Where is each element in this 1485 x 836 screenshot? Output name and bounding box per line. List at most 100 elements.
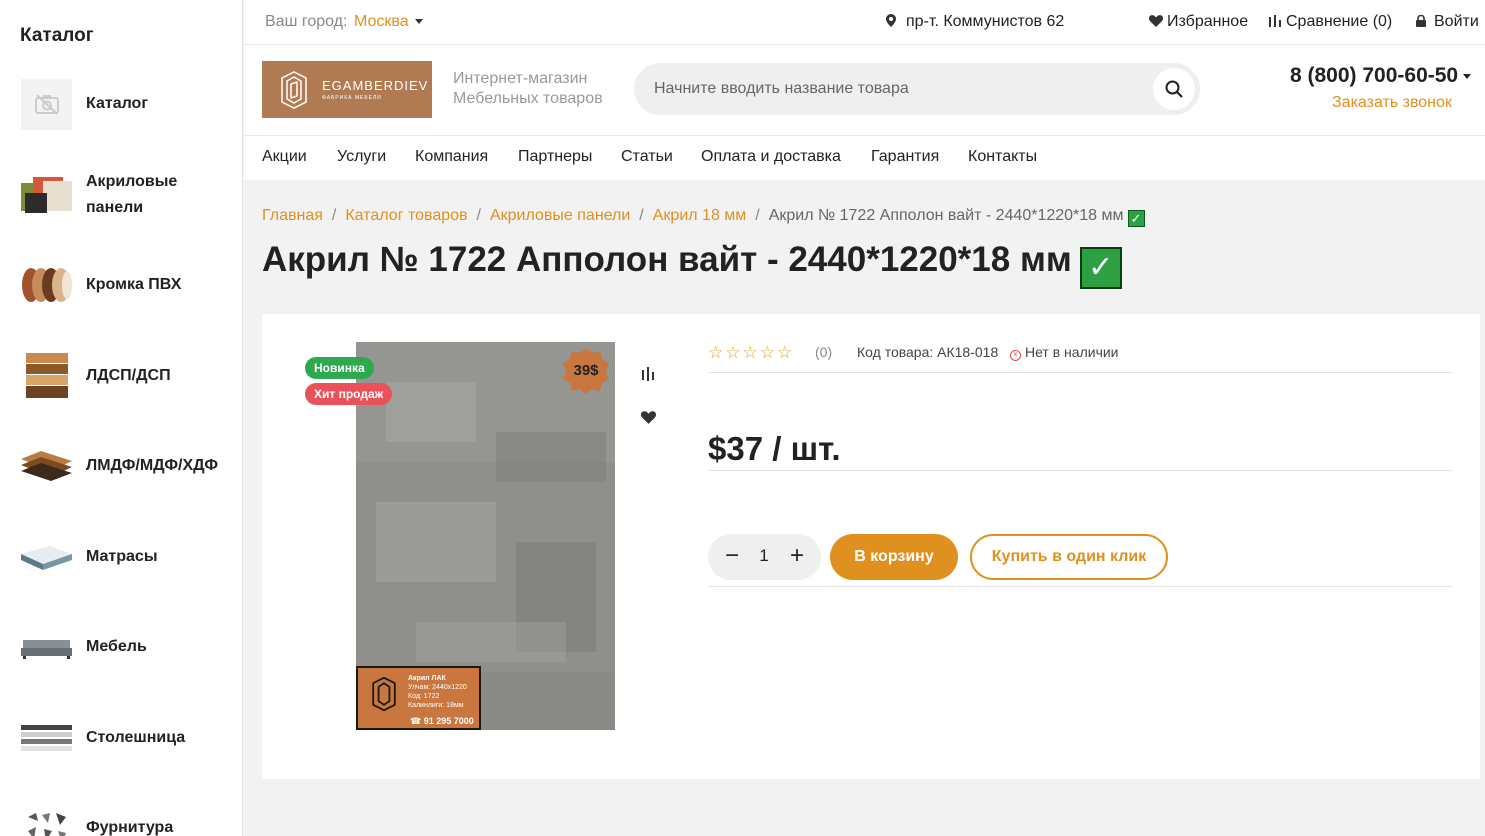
favorites-link[interactable]: Избранное (1149, 13, 1248, 31)
check-mark-icon: ✓ (1127, 210, 1145, 227)
phone-number[interactable]: 8 (800) 700-60-50 (1290, 64, 1472, 88)
divider (708, 470, 1453, 471)
main-nav: Акции Услуги Компания Партнеры Статьи Оп… (244, 136, 1485, 180)
search-button[interactable] (1153, 68, 1195, 110)
logo-mark-icon (372, 676, 396, 712)
chipboard-thumb (21, 351, 72, 402)
rating-stars-icon[interactable]: ☆☆☆☆☆ (708, 343, 794, 363)
breadcrumb-acrylic-18mm[interactable]: Акрил 18 мм (653, 207, 747, 224)
pvc-edge-thumb (21, 260, 72, 311)
add-to-favorites-button[interactable] (639, 408, 657, 426)
store-address[interactable]: пр-т. Коммунистов 62 (886, 13, 1064, 31)
sidebar-item-label: Кромка ПВХ (86, 276, 182, 293)
sidebar-item-label: Акриловые панели (86, 173, 178, 216)
chevron-down-icon (1463, 73, 1472, 79)
phone-text: 8 (800) 700-60-50 (1290, 64, 1459, 87)
check-mark-icon: ✓ (1079, 247, 1122, 289)
sidebar-item-mdf[interactable]: ЛМДФ/МДФ/ХДФ (0, 431, 242, 501)
logo-subtitle: ФАБРИКА МЕБЕЛИ (322, 95, 382, 101)
sidebar-item-label: Каталог (86, 95, 148, 112)
sidebar-item-label: Мебель (86, 638, 147, 655)
search-icon (1165, 80, 1183, 98)
city-label: Ваш город: (265, 13, 348, 30)
stock-status-text: Нет в наличии (1025, 344, 1119, 360)
search-input[interactable] (654, 77, 1124, 101)
breadcrumb-current: Акрил № 1722 Апполон вайт - 2440*1220*18… (768, 207, 1124, 224)
nav-item-promotions[interactable]: Акции (262, 148, 307, 166)
nav-item-contacts[interactable]: Контакты (968, 148, 1037, 166)
nav-item-articles[interactable]: Статьи (621, 148, 673, 166)
heart-icon (1149, 15, 1163, 27)
compare-bars-icon (642, 367, 654, 381)
product-price: $37 / шт. (708, 430, 841, 467)
price-sticker-text: 39$ (573, 362, 599, 379)
breadcrumb-separator: / (476, 207, 481, 224)
sidebar-item-chipboard[interactable]: ЛДСП/ДСП (0, 341, 242, 411)
breadcrumb-separator: / (755, 207, 760, 224)
compare-label: Сравнение (0) (1286, 13, 1393, 30)
sidebar-item-furniture[interactable]: Мебель (0, 612, 242, 682)
heart-icon (640, 410, 656, 424)
nav-item-warranty[interactable]: Гарантия (871, 148, 939, 166)
nav-item-company[interactable]: Компания (415, 148, 488, 166)
nav-item-payment-delivery[interactable]: Оплата и доставка (701, 148, 841, 166)
label-line: Улчам: 2440x1220 (408, 684, 467, 691)
top-bar: Ваш город: Москва пр-т. Коммунистов 62 И… (244, 0, 1485, 45)
sidebar-item-label: ЛМДФ/МДФ/ХДФ (86, 457, 218, 474)
compare-bars-icon (1269, 15, 1281, 27)
add-to-compare-button[interactable] (639, 365, 657, 383)
tagline-line-2: Мебельных товаров (453, 90, 603, 107)
sidebar-item-acrylic-panels[interactable]: Акриловые панели (0, 160, 242, 230)
quantity-value[interactable]: 1 (752, 546, 776, 566)
breadcrumb-acrylic-panels[interactable]: Акриловые панели (490, 207, 630, 224)
sidebar-title: Каталог (20, 25, 94, 46)
login-link[interactable]: Войти (1416, 13, 1479, 31)
nav-item-services[interactable]: Услуги (337, 148, 386, 166)
quantity-stepper: − 1 + (708, 534, 821, 580)
buy-one-click-button[interactable]: Купить в один клик (970, 534, 1168, 580)
compare-link[interactable]: Сравнение (0) (1269, 13, 1392, 31)
no-image-icon (21, 78, 72, 130)
chevron-down-icon (414, 19, 423, 25)
countertop-thumb (21, 713, 72, 764)
phone-icon: ☎ (410, 716, 424, 726)
login-label: Войти (1434, 13, 1479, 30)
mdf-thumb (21, 441, 72, 492)
sidebar-item-label: Матрасы (86, 548, 158, 565)
breadcrumb-home[interactable]: Главная (262, 207, 323, 224)
logo-mark-icon (281, 70, 307, 109)
request-callback-link[interactable]: Заказать звонок (1332, 94, 1452, 112)
label-details: Акрил ЛАК Улчам: 2440x1220 Код: 1722 Кал… (408, 674, 467, 710)
badge-bestseller: Хит продаж (305, 383, 393, 405)
store-tagline: Интернет-магазин Мебельных товаров (453, 69, 603, 109)
hardware-thumb (21, 803, 72, 836)
breadcrumb-catalog[interactable]: Каталог товаров (345, 207, 467, 224)
tagline-line-1: Интернет-магазин (453, 70, 588, 87)
favorites-label: Избранное (1167, 13, 1249, 30)
product-image[interactable]: Акрил ЛАК Улчам: 2440x1220 Код: 1722 Кал… (356, 342, 615, 730)
site-logo[interactable]: EGAMBERDIEV ФАБРИКА МЕБЕЛИ (262, 61, 432, 118)
divider (708, 586, 1453, 587)
sidebar-item-label: ЛДСП/ДСП (86, 367, 171, 384)
sidebar-item-catalog[interactable]: Каталог (0, 69, 242, 139)
furniture-thumb (21, 622, 72, 673)
product-sku: Код товара: АК18-018 (857, 344, 999, 360)
nav-item-partners[interactable]: Партнеры (518, 148, 592, 166)
city-selector[interactable]: Москва (354, 13, 423, 31)
label-line: Код: 1722 (408, 693, 440, 700)
sidebar-item-pvc-edge[interactable]: Кромка ПВХ (0, 250, 242, 320)
sidebar-item-countertop[interactable]: Столешница (0, 703, 242, 773)
stock-status: × Нет в наличии (1010, 344, 1119, 361)
badge-new: Новинка (305, 357, 374, 379)
add-to-cart-button[interactable]: В корзину (830, 534, 958, 580)
location-pin-icon (886, 14, 896, 27)
logo-text: EGAMBERDIEV (322, 78, 429, 93)
out-of-stock-icon: × (1010, 350, 1021, 361)
rating-count: (0) (815, 344, 833, 360)
quantity-increase-button[interactable]: + (785, 544, 809, 569)
quantity-decrease-button[interactable]: − (720, 544, 744, 569)
lock-icon (1416, 14, 1426, 27)
sidebar-item-mattresses[interactable]: Матрасы (0, 522, 242, 592)
sidebar-item-hardware[interactable]: Фурнитура (0, 793, 242, 836)
label-line: Акрил ЛАК (408, 675, 446, 682)
